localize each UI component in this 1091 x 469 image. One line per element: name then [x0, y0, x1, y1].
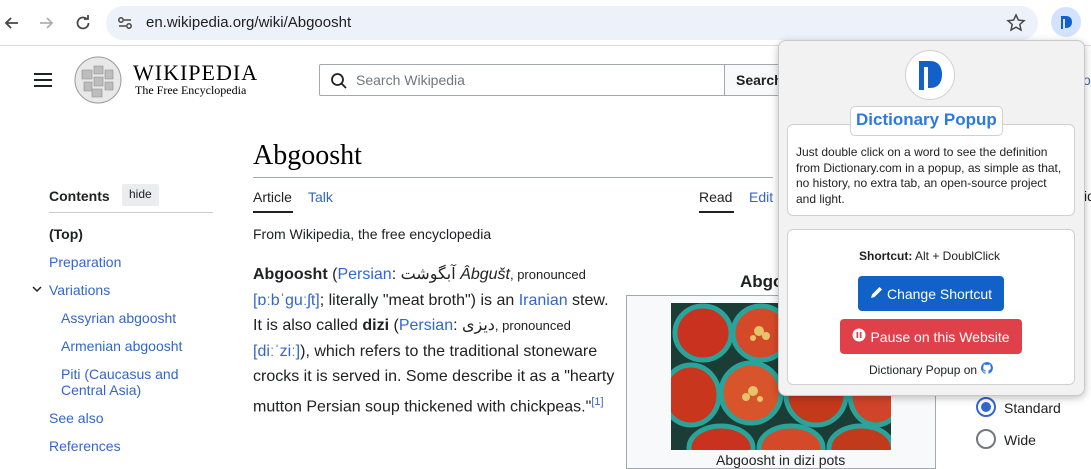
term-dizi: dizi — [362, 317, 390, 335]
infobox-title: Abgo — [740, 272, 784, 291]
back-icon[interactable] — [0, 11, 24, 35]
text: ( — [389, 317, 399, 335]
pause-website-label: Pause on this Website — [870, 328, 1010, 345]
toc-title: Contents — [49, 188, 110, 204]
wikipedia-globe-logo[interactable] — [72, 56, 124, 109]
change-shortcut-label: Change Shortcut — [886, 285, 993, 302]
text: ( — [327, 266, 338, 283]
tab-read[interactable]: Read — [699, 189, 732, 205]
popup-footer-text: Dictionary Popup on — [869, 362, 978, 377]
toc-item-references[interactable]: References — [49, 438, 121, 454]
site-settings-icon[interactable] — [116, 14, 134, 37]
address-bar[interactable]: en.wikipedia.org/wiki/Abgoosht — [106, 6, 1038, 40]
tab-article[interactable]: Article — [253, 189, 292, 205]
width-standard-label[interactable]: Standard — [1004, 400, 1061, 416]
link-persian-2[interactable]: Persian — [399, 317, 453, 334]
popup-title: Dictionary Popup — [850, 106, 1003, 136]
toc-divider — [49, 212, 213, 213]
width-standard-radio[interactable] — [976, 397, 996, 417]
link-iranian[interactable]: Iranian — [519, 292, 568, 309]
transliteration: Âbgušt — [460, 266, 510, 283]
lead-paragraph: Abgoosht (Persian: آبگوشت Âbgušt, pronou… — [253, 262, 619, 420]
width-wide-label[interactable]: Wide — [1004, 432, 1036, 448]
toc-item-top[interactable]: (Top) — [49, 226, 83, 242]
bookmark-star-icon[interactable] — [1006, 13, 1026, 38]
dictionary-extension-icon[interactable] — [1051, 7, 1081, 37]
popup-description: Just double click on a word to see the d… — [787, 124, 1075, 216]
github-icon[interactable] — [981, 362, 994, 377]
toc-hide-button[interactable]: hide — [122, 184, 159, 206]
search-icon — [330, 72, 348, 95]
chevron-down-icon[interactable] — [31, 282, 43, 300]
reference-1[interactable]: [1] — [591, 396, 603, 408]
pause-icon — [852, 328, 866, 345]
pencil-icon — [870, 286, 883, 302]
text: It is also called — [253, 317, 363, 335]
tab-edit[interactable]: Edit — [749, 189, 773, 205]
toc-item-piti[interactable]: Piti (Caucasus and — [61, 366, 179, 382]
text: ), which refers to the traditional stone… — [253, 342, 615, 416]
toc-item-preparation[interactable]: Preparation — [49, 254, 121, 270]
main-menu-icon[interactable] — [34, 72, 52, 93]
tab-read-underline — [699, 211, 734, 213]
text: : آبگوشت — [391, 266, 461, 283]
toc-item-piti-cont[interactable]: Central Asia) — [61, 382, 141, 398]
wikipedia-tagline: The Free Encyclopedia — [135, 83, 247, 97]
text: , pronounced — [509, 267, 586, 282]
pause-website-button[interactable]: Pause on this Website — [840, 319, 1022, 354]
text: , pronounced — [494, 318, 571, 334]
toc-item-see-also[interactable]: See also — [49, 410, 103, 426]
tab-article-underline — [253, 211, 293, 213]
link-persian[interactable]: Persian — [337, 266, 391, 283]
term-abgoosht: Abgoosht — [253, 266, 328, 283]
link-ipa-abgoosht[interactable]: [ɒːbˈɡuːʃt] — [253, 292, 320, 309]
forward-icon[interactable] — [34, 11, 58, 35]
search-button[interactable]: Search — [724, 64, 784, 96]
reload-icon[interactable] — [71, 11, 95, 35]
shortcut-label: Shortcut: — [859, 249, 913, 263]
shortcut-value: Alt + DoublClick — [912, 249, 1001, 263]
tab-talk[interactable]: Talk — [308, 189, 333, 205]
text: ; literally "meat broth") is an — [319, 291, 519, 309]
appearance-header-fragment: id — [1084, 188, 1091, 204]
dictionary-popup-logo — [905, 50, 955, 100]
infobox-caption: Abgoosht in dizi pots — [716, 452, 846, 468]
text: : دیزی — [453, 317, 495, 335]
popup-footer: Dictionary Popup on — [869, 362, 994, 377]
link-ipa-dizi[interactable]: [diːˈziː] — [253, 343, 300, 360]
shortcut-text: Shortcut: Alt + DoublClick — [859, 249, 1000, 263]
title-divider — [253, 177, 773, 178]
toc-item-variations[interactable]: Variations — [49, 282, 110, 298]
toc-item-assyrian[interactable]: Assyrian abgoosht — [61, 310, 176, 326]
from-wikipedia: From Wikipedia, the free encyclopedia — [253, 226, 492, 242]
text: stew. — [567, 291, 609, 309]
toc-item-armenian[interactable]: Armenian abgoosht — [61, 338, 182, 354]
url-text[interactable]: en.wikipedia.org/wiki/Abgoosht — [146, 14, 351, 31]
width-wide-radio[interactable] — [976, 429, 996, 449]
search-placeholder: Search Wikipedia — [356, 72, 465, 88]
search-input[interactable]: Search Wikipedia — [319, 64, 725, 96]
change-shortcut-button[interactable]: Change Shortcut — [858, 276, 1004, 311]
page-title: Abgoosht — [253, 140, 362, 171]
